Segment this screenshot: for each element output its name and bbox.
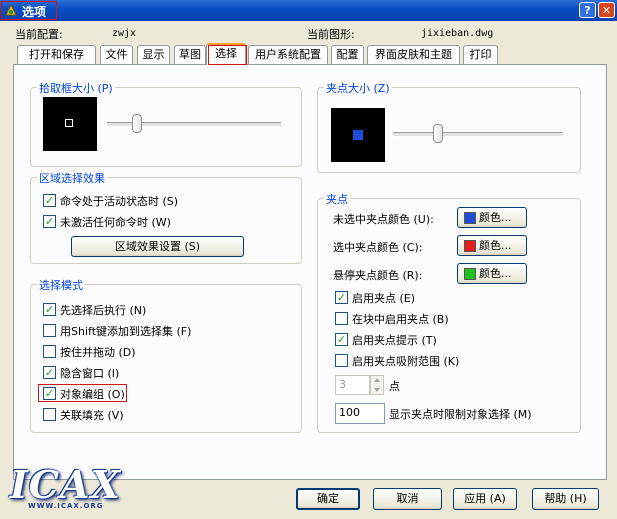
tab-plot[interactable]: 打印 (463, 45, 498, 64)
tab-drafting[interactable]: 草图 (174, 45, 206, 64)
grip-object-limit-input[interactable]: 100 (335, 403, 385, 424)
checkbox-enable-grips-label: 启用夹点 (E) (352, 292, 416, 305)
swatch-icon (464, 240, 476, 252)
checkbox-implied-window-label: 隐含窗口 (I) (60, 367, 120, 380)
grip-object-limit-label: 显示夹点时限制对象选择 (M) (389, 408, 532, 421)
icax-url: WWW.ICAX.ORG (28, 502, 104, 510)
cancel-button[interactable]: 取消 (373, 488, 442, 510)
grip-square-icon (353, 130, 363, 140)
tab-profiles[interactable]: 配置 (331, 45, 364, 64)
title-bar (0, 0, 617, 21)
checkbox-grip-tips[interactable]: ✓ (335, 333, 348, 346)
checkbox-grips-in-blocks-label: 在块中启用夹点 (B) (352, 313, 449, 326)
checkbox-grip-snap-range[interactable] (335, 354, 348, 367)
help-title-button[interactable]: ? (579, 2, 596, 18)
selection-modes-title: 选择模式 (37, 277, 85, 293)
hover-grip-color-button[interactable]: 颜色... (457, 263, 527, 284)
current-config-value: zwjx (112, 28, 137, 39)
close-button[interactable]: ✕ (598, 2, 615, 18)
current-config-label: 当前配置: (15, 28, 63, 41)
checkbox-command-active[interactable]: ✓ (43, 194, 56, 207)
pickbox-slider-thumb[interactable] (131, 114, 142, 133)
tab-user-preferences[interactable]: 用户系统配置 (248, 45, 328, 64)
unselected-grip-color-label: 未选中夹点颜色 (U): (333, 213, 434, 226)
unselected-grip-color-button-label: 颜色... (479, 211, 512, 224)
grip-size-title: 夹点大小 (Z) (324, 80, 392, 96)
current-drawing-label: 当前图形: (307, 28, 355, 41)
help-button[interactable]: 帮助 (H) (532, 488, 599, 510)
checkbox-grip-snap-range-label: 启用夹点吸附范围 (K) (352, 355, 460, 368)
apply-button[interactable]: 应用 (A) (453, 488, 517, 510)
checkbox-noun-verb-label: 先选择后执行 (N) (60, 304, 147, 317)
tab-skin-theme[interactable]: 界面皮肤和主题 (367, 45, 460, 64)
grip-snap-range-unit: 点 (389, 380, 400, 393)
spin-up-icon (374, 378, 380, 382)
checkbox-grip-tips-label: 启用夹点提示 (T) (352, 334, 437, 347)
checkbox-noun-verb[interactable]: ✓ (43, 303, 56, 316)
tab-open-save[interactable]: 打开和保存 (17, 45, 96, 64)
spin-down-icon (374, 388, 380, 392)
checkbox-shift-add-label: 用Shift键添加到选择集 (F) (60, 325, 192, 338)
grips-title: 夹点 (324, 191, 350, 207)
checkbox-no-command-active[interactable]: ✓ (43, 215, 56, 228)
grip-size-preview (331, 108, 385, 162)
selected-grip-color-button[interactable]: 颜色... (457, 235, 527, 256)
pickbox-title: 拾取框大小 (P) (37, 80, 115, 96)
tab-files[interactable]: 文件 (100, 45, 133, 64)
pickbox-square-icon (65, 119, 73, 127)
object-grouping-highlight-box (38, 384, 127, 402)
checkbox-associative-hatch-label: 关联填充 (V) (60, 409, 124, 422)
selected-grip-color-label: 选中夹点颜色 (C): (333, 241, 423, 254)
title-highlight-box (1, 1, 57, 20)
grip-size-slider-thumb[interactable] (433, 124, 443, 143)
grip-snap-range-spinner[interactable] (370, 375, 384, 395)
visual-effect-settings-button[interactable]: 区域效果设置 (S) (71, 236, 244, 257)
hover-grip-color-button-label: 颜色... (479, 267, 512, 280)
checkbox-command-active-label: 命令处于活动状态时 (S) (60, 195, 179, 208)
checkbox-no-command-active-label: 未激活任何命令时 (W) (60, 216, 171, 229)
checkbox-press-drag[interactable] (43, 345, 56, 358)
grip-size-slider-track[interactable] (393, 132, 563, 137)
unselected-grip-color-button[interactable]: 颜色... (457, 207, 527, 228)
checkbox-shift-add[interactable] (43, 324, 56, 337)
checkbox-enable-grips[interactable]: ✓ (335, 291, 348, 304)
grip-snap-range-input[interactable]: 3 (335, 375, 370, 395)
tab-highlight-box (208, 45, 247, 65)
checkbox-implied-window[interactable]: ✓ (43, 366, 56, 379)
hover-grip-color-label: 悬停夹点颜色 (R): (333, 269, 423, 282)
icax-logo: ICAX (10, 462, 121, 507)
swatch-icon (464, 212, 476, 224)
checkbox-associative-hatch[interactable] (43, 408, 56, 421)
checkbox-press-drag-label: 按住并拖动 (D) (60, 346, 136, 359)
pickbox-preview (43, 97, 97, 151)
swatch-icon (464, 268, 476, 280)
checkbox-grips-in-blocks[interactable] (335, 312, 348, 325)
ok-button[interactable]: 确定 (296, 488, 360, 510)
selected-grip-color-button-label: 颜色... (479, 239, 512, 252)
selection-preview-title: 区域选择效果 (37, 170, 107, 186)
current-drawing-value: jixieban.dwg (421, 28, 494, 39)
tab-display[interactable]: 显示 (137, 45, 170, 64)
